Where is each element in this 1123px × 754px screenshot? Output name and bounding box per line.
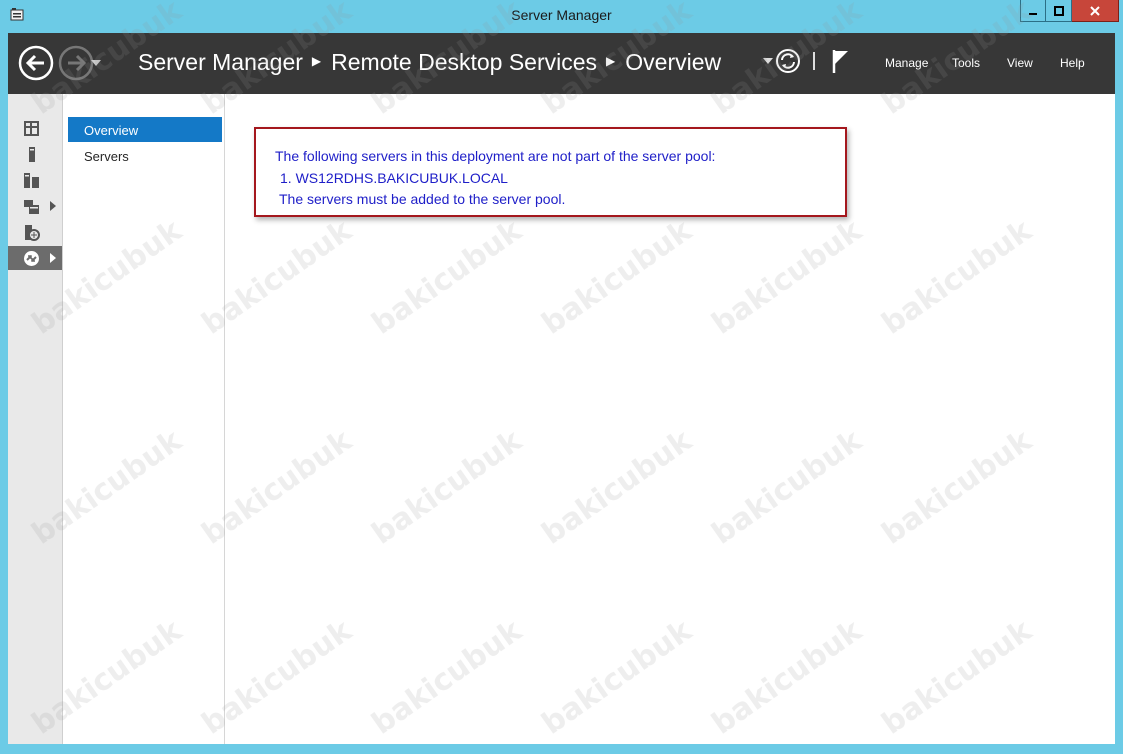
refresh-icon[interactable] — [775, 48, 801, 74]
header-icons — [763, 48, 851, 74]
expand-arrow-icon[interactable] — [50, 201, 56, 211]
menu-help[interactable]: Help — [1060, 56, 1085, 70]
server-pool-warning-message: The following servers in this deployment… — [254, 127, 847, 217]
back-button[interactable] — [18, 45, 54, 81]
dashboard-icon — [24, 121, 39, 136]
menu-tools[interactable]: Tools — [952, 56, 980, 70]
sidebar-item-local-server[interactable] — [8, 142, 62, 166]
close-button[interactable] — [1072, 0, 1119, 22]
breadcrumb-separator-icon: ▶ — [311, 53, 322, 68]
remote-desktop-icon — [24, 251, 39, 266]
history-dropdown-icon[interactable] — [91, 60, 101, 66]
maximize-button[interactable] — [1046, 0, 1072, 22]
minimize-button[interactable] — [1020, 0, 1046, 22]
warning-server-name: 1. WS12RDHS.BAKICUBUK.LOCAL — [280, 170, 508, 186]
main-pane: The following servers in this deployment… — [225, 94, 1115, 744]
subnav-item-overview[interactable]: Overview — [68, 117, 222, 142]
menu-view[interactable]: View — [1007, 56, 1033, 70]
sidebar-item-remote-desktop-services[interactable] — [8, 246, 62, 270]
server-manager-window: Server Manager Server Manager ▶ Remote D… — [0, 0, 1123, 754]
file-storage-icon — [24, 200, 39, 214]
breadcrumb-overview[interactable]: Overview — [625, 49, 721, 76]
local-server-icon — [29, 147, 35, 162]
close-icon — [1090, 5, 1100, 16]
content-area: Overview Servers The following servers i… — [8, 94, 1115, 744]
breadcrumb: Server Manager ▶ Remote Desktop Services… — [138, 49, 721, 76]
warning-line-3: The servers must be added to the server … — [279, 191, 566, 207]
sidebar-item-iis[interactable] — [8, 220, 62, 244]
iis-icon — [25, 225, 40, 241]
all-servers-icon — [24, 173, 39, 188]
breadcrumb-separator-icon: ▶ — [606, 53, 616, 68]
subnav-item-servers[interactable]: Servers — [68, 143, 222, 168]
sidebar-item-dashboard[interactable] — [8, 116, 62, 140]
maximize-icon — [1053, 5, 1064, 16]
expand-arrow-icon[interactable] — [50, 253, 56, 263]
header-bar: Server Manager ▶ Remote Desktop Services… — [8, 33, 1115, 94]
sidebar-item-all-servers[interactable] — [8, 168, 62, 192]
window-title: Server Manager — [511, 7, 612, 23]
title-bar[interactable]: Server Manager — [0, 0, 1123, 33]
warning-line-1: The following servers in this deployment… — [275, 148, 716, 164]
rds-subnav-panel: Overview Servers — [63, 94, 225, 744]
notifications-flag-icon[interactable] — [831, 48, 851, 74]
breadcrumb-remote-desktop-services[interactable]: Remote Desktop Services — [331, 49, 597, 76]
window-controls — [1020, 0, 1119, 22]
minimize-icon — [1029, 12, 1037, 15]
menu-manage[interactable]: Manage — [885, 56, 928, 70]
sidebar-item-file-storage[interactable] — [8, 194, 62, 218]
header-divider — [813, 52, 815, 70]
refresh-dropdown-icon[interactable] — [763, 58, 773, 64]
forward-button[interactable] — [58, 45, 94, 81]
navigation-sidebar — [8, 94, 63, 744]
breadcrumb-server-manager[interactable]: Server Manager — [138, 49, 303, 76]
